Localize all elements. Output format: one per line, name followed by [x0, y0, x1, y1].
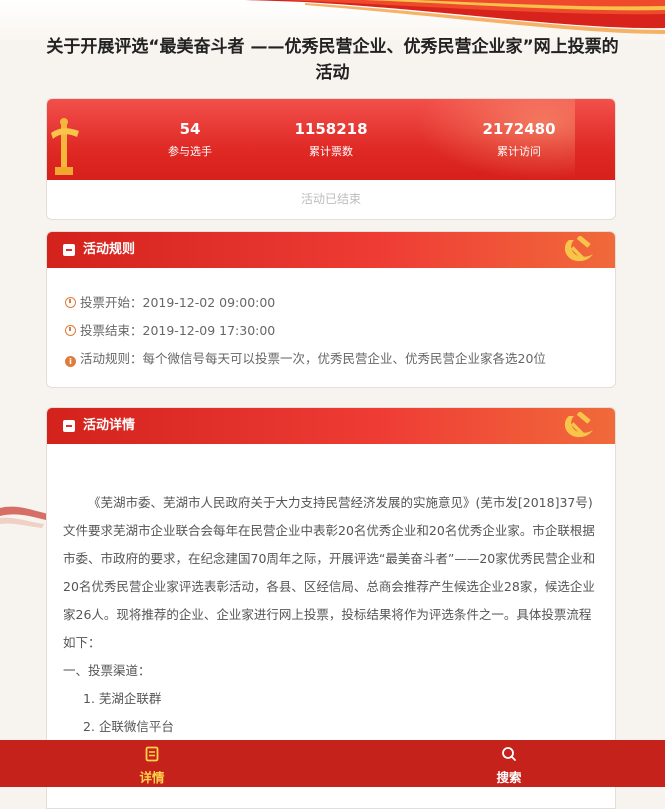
stat-visits-label: 累计访问: [497, 145, 541, 158]
tab-search-label: 搜索: [496, 770, 522, 785]
activity-status: 活动已结束: [300, 192, 361, 206]
detail-list-item: 2. 企联微信平台: [83, 719, 174, 734]
clock-icon: [65, 297, 76, 308]
detail-content: 《芜湖市委、芜湖市人民政府关于大力支持民营经济发展的实施意见》(芜市发[2018…: [47, 444, 615, 741]
detail-paragraph: 《芜湖市委、芜湖市人民政府关于大力支持民营经济发展的实施意见》(芜市发[2018…: [63, 495, 596, 650]
stat-visits: 2172480 累计访问: [444, 119, 594, 159]
rule-start-time: 投票开始：2019-12-02 09:00:00: [65, 292, 275, 311]
decorative-ribbon: [245, 0, 665, 36]
tab-details-label: 详情: [139, 770, 165, 785]
stat-votes-value: 1158218: [294, 120, 368, 138]
stat-participants-label: 参与选手: [168, 145, 212, 158]
stats-banner: 54 参与选手 1158218 累计票数 2172480 累计访问: [47, 99, 615, 180]
search-icon: [502, 747, 516, 761]
rule-start-text: 投票开始：2019-12-02 09:00:00: [80, 295, 276, 310]
hammer-sickle-icon: [564, 236, 593, 262]
detail-header: 活动详情: [47, 408, 615, 444]
hammer-sickle-icon: [564, 412, 593, 438]
stat-participants: 54 参与选手: [115, 119, 265, 159]
rule-end-text: 投票结束：2019-12-09 17:30:00: [80, 323, 276, 338]
stat-votes: 1158218 累计票数: [256, 119, 406, 159]
page-title: 关于开展评选“最美奋斗者 ——优秀民营企业、优秀民营企业家”网上投票的活动: [46, 37, 619, 83]
document-icon: [145, 746, 159, 762]
stats-card: 54 参与选手 1158218 累计票数 2172480 累计访问 活动已结束: [46, 98, 616, 220]
decorative-left-ornament: [0, 500, 48, 530]
clock-icon: [65, 325, 76, 336]
document-icon: [63, 420, 75, 432]
rule-description: i 活动规则：每个微信号每天可以投票一次，优秀民营企业、优秀民营企业家各选20位: [65, 348, 546, 367]
rule-description-text: 活动规则：每个微信号每天可以投票一次，优秀民营企业、优秀民营企业家各选20位: [80, 351, 546, 366]
detail-section-heading: 一、投票渠道：: [63, 663, 151, 678]
tiananmen-column-icon: [51, 118, 79, 175]
rule-end-time: 投票结束：2019-12-09 17:30:00: [65, 320, 275, 339]
bottom-tab-bar: 详情 搜索: [0, 740, 665, 787]
detail-title: 活动详情: [83, 418, 136, 433]
info-icon: i: [65, 356, 76, 367]
tab-details[interactable]: 详情: [92, 740, 212, 787]
stat-visits-value: 2172480: [482, 120, 556, 138]
detail-list-item: 1. 芜湖企联群: [83, 691, 162, 706]
rules-card: 活动规则 投票开始：2019-12-02 09:00:00 投票结束：2019-…: [46, 231, 616, 388]
rules-header: 活动规则: [47, 232, 615, 268]
stat-participants-value: 54: [179, 120, 201, 138]
stat-votes-label: 累计票数: [309, 145, 353, 158]
document-icon: [63, 244, 75, 256]
rules-title: 活动规则: [83, 242, 136, 257]
tab-search[interactable]: 搜索: [449, 740, 569, 787]
